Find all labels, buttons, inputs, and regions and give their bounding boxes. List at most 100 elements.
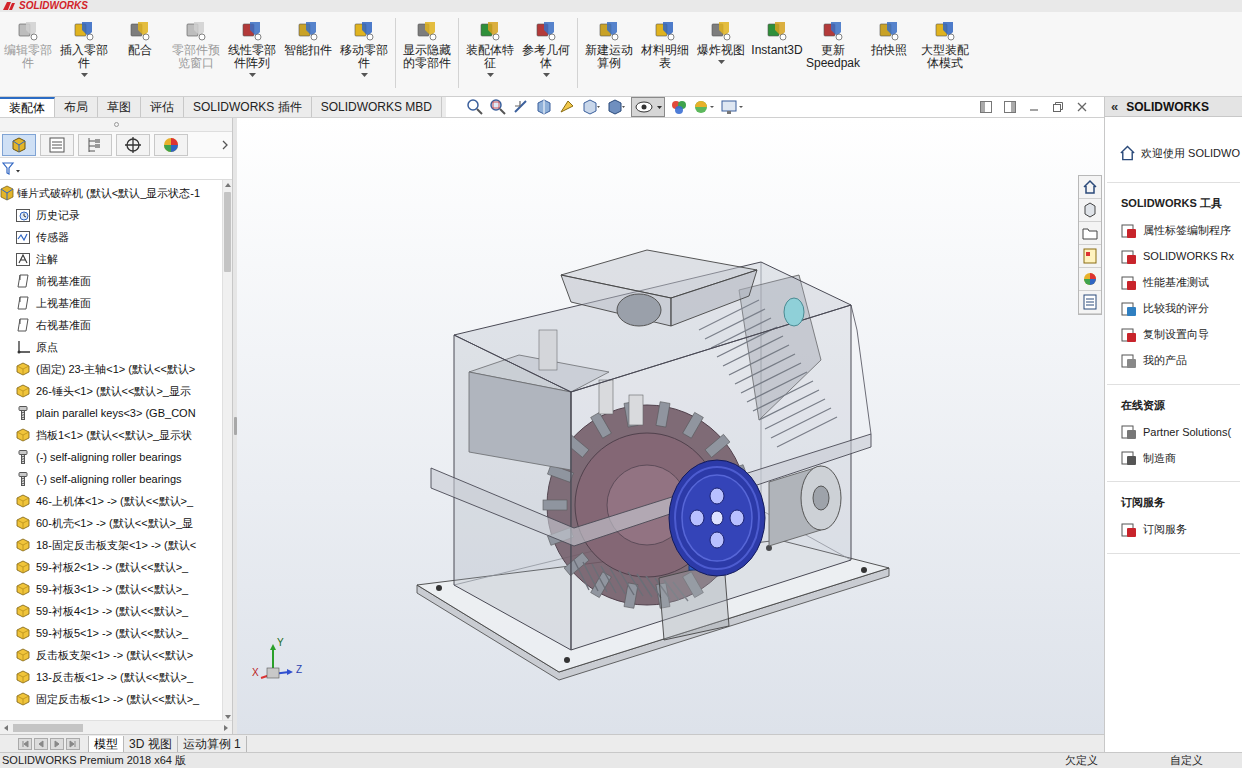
scroll-right-icon[interactable] [223, 724, 229, 732]
tree-item-label[interactable]: 固定反击板<1> -> (默认<<默认>_ [36, 691, 199, 708]
unit-system[interactable]: 自定义 [1170, 752, 1242, 768]
tree-item-icon-box[interactable] [15, 471, 31, 487]
panel-handle-dot[interactable] [114, 122, 119, 127]
bottom-tab-label[interactable]: 模型 [94, 735, 118, 753]
tree-item-label[interactable]: 注解 [36, 251, 58, 268]
zoom-area-icon[interactable] [489, 98, 507, 116]
restore-icon[interactable] [1052, 101, 1064, 113]
tool-icon[interactable] [1121, 275, 1137, 291]
dropdown-arrow-icon[interactable] [487, 73, 494, 77]
nav-left-icon[interactable] [37, 740, 45, 748]
ribbon-button[interactable]: 移动零部件 [336, 18, 392, 78]
ribbon-button[interactable]: 线性零部件阵列 [224, 18, 280, 78]
dropdown-arrow-icon[interactable] [361, 73, 368, 77]
welcome-label[interactable]: 欢迎使用 SOLIDWO [1141, 145, 1240, 162]
ribbon-button-label[interactable]: 爆炸视图 [693, 44, 749, 57]
minimize-icon[interactable] [1028, 101, 1040, 113]
command-tab[interactable]: SOLIDWORKS 插件 [184, 97, 312, 117]
tile-left-icon[interactable] [980, 101, 992, 113]
ribbon-button[interactable]: Instant3D [749, 18, 805, 65]
tree-item-label[interactable]: 传感器 [36, 229, 69, 246]
tree-item-label[interactable]: 上视基准面 [36, 295, 91, 312]
tree-item-label[interactable]: 60-机壳<1> -> (默认<<默认>_显 [36, 515, 193, 532]
tool-icon[interactable] [1121, 450, 1137, 466]
tree-item-label[interactable]: (-) self-aligning roller bearings [36, 471, 182, 488]
tab-nav-button[interactable] [34, 738, 48, 750]
command-tab-label[interactable]: SOLIDWORKS MBD [321, 98, 432, 116]
ribbon-button[interactable]: 爆炸视图 [693, 18, 749, 65]
task-pane-link-label[interactable]: 属性标签编制程序 [1143, 222, 1231, 239]
tree-item-icon-box[interactable] [15, 515, 31, 531]
tree-item[interactable]: 原点 [0, 336, 222, 358]
task-pane-link[interactable]: 制造商 [1107, 445, 1240, 471]
tree-item-icon-box[interactable] [15, 383, 31, 399]
bottom-tab-label[interactable]: 3D 视图 [129, 735, 172, 753]
dynamic-annotation-icon[interactable] [558, 98, 576, 116]
tree-item-label[interactable]: plain parallel keys<3> (GB_CON [36, 405, 196, 422]
command-tab-label[interactable]: 装配体 [9, 99, 45, 117]
custom-properties-icon[interactable] [1080, 291, 1100, 313]
dropdown-arrow-icon[interactable] [81, 73, 88, 77]
tree-item-label[interactable]: 59-衬板2<1> -> (默认<<默认>_ [36, 559, 188, 576]
dropdown-indicator[interactable] [81, 72, 88, 78]
tree-item[interactable]: 挡板1<1> (默认<<默认>_显示状 [0, 424, 222, 446]
tree-item[interactable]: 右视基准面 [0, 314, 222, 336]
tree-item[interactable]: 反击板支架<1> -> (默认<<默认> [0, 644, 222, 666]
tree-item-icon-box[interactable] [15, 405, 31, 421]
tree-item[interactable]: 59-衬板2<1> -> (默认<<默认>_ [0, 556, 222, 578]
command-tab-label[interactable]: SOLIDWORKS 插件 [193, 98, 302, 116]
dropdown-indicator[interactable] [718, 59, 725, 65]
view-settings-icon[interactable] [720, 98, 744, 116]
task-pane-link[interactable]: 复制设置向导 [1107, 322, 1240, 348]
tree-item-label[interactable]: 原点 [36, 339, 58, 356]
task-pane-link[interactable]: 比较我的评分 [1107, 296, 1240, 322]
zoom-fit-icon[interactable] [466, 98, 484, 116]
close-icon[interactable] [1076, 101, 1088, 113]
ribbon-button-label[interactable]: 线性零部件阵列 [224, 44, 280, 70]
tree-item-label[interactable]: (-) self-aligning roller bearings [36, 449, 182, 466]
task-pane-link-label[interactable]: 订阅服务 [1143, 521, 1187, 538]
ribbon-button-label[interactable]: 新建运动算例 [581, 44, 637, 70]
dropdown-arrow-icon[interactable] [718, 60, 725, 64]
tree-item-icon-box[interactable] [15, 669, 31, 685]
task-pane-link-label[interactable]: 性能基准测试 [1143, 274, 1209, 291]
task-pane-tab[interactable] [1079, 268, 1101, 291]
ribbon-button[interactable]: 新建运动算例 [581, 18, 637, 78]
tool-icon[interactable] [1121, 301, 1137, 317]
view-orientation-icon[interactable] [581, 98, 601, 116]
tree-item[interactable]: (固定) 23-主轴<1> (默认<<默认> [0, 358, 222, 380]
tree-item-label[interactable]: 13-反击板<1> -> (默认<<默认>_ [36, 669, 193, 686]
scroll-up-icon[interactable] [224, 182, 232, 188]
command-tab[interactable]: 草图 [98, 97, 141, 117]
display-style-icon[interactable] [606, 98, 626, 116]
dropdown-indicator[interactable] [361, 72, 368, 78]
tree-item-icon-box[interactable] [15, 339, 31, 355]
tab-nav-button[interactable] [50, 738, 64, 750]
tree-item-label[interactable]: 反击板支架<1> -> (默认<<默认> [36, 647, 193, 664]
tree-item-icon-box[interactable] [15, 537, 31, 553]
tool-icon[interactable] [1121, 249, 1137, 265]
task-pane-link-label[interactable]: SOLIDWORKS Rx [1143, 248, 1234, 265]
feature-manager-tab-icon[interactable] [2, 134, 36, 156]
previous-view-icon[interactable] [512, 98, 530, 116]
graphics-area[interactable]: YXZ [237, 118, 1104, 734]
ribbon-button-label[interactable]: Instant3D [749, 44, 805, 57]
tree-item-icon-box[interactable] [15, 229, 31, 245]
ribbon-button-label[interactable]: 配合 [112, 44, 168, 57]
tool-icon[interactable] [1121, 353, 1137, 369]
tree-item[interactable]: (-) self-aligning roller bearings [0, 446, 222, 468]
tree-item[interactable]: 传感器 [0, 226, 222, 248]
tree-item[interactable]: (-) self-aligning roller bearings [0, 468, 222, 490]
section-view-icon[interactable] [535, 98, 553, 116]
tree-item-label[interactable]: 26-锤头<1> (默认<<默认>_显示 [36, 383, 191, 400]
command-tab[interactable]: 布局 [55, 97, 98, 117]
tile-right-icon[interactable] [1004, 101, 1016, 113]
ribbon-button[interactable]: 更新Speedpak [805, 18, 861, 78]
chevron-right-icon[interactable] [220, 139, 230, 151]
ribbon-button-label[interactable]: 拍快照 [861, 44, 917, 57]
scroll-left-icon[interactable] [3, 724, 9, 732]
command-tab-label[interactable]: 草图 [107, 98, 131, 116]
task-pane-link-label[interactable]: 比较我的评分 [1143, 300, 1209, 317]
tree-item[interactable]: 固定反击板<1> -> (默认<<默认>_ [0, 688, 222, 710]
task-pane-tab[interactable] [1079, 245, 1101, 268]
